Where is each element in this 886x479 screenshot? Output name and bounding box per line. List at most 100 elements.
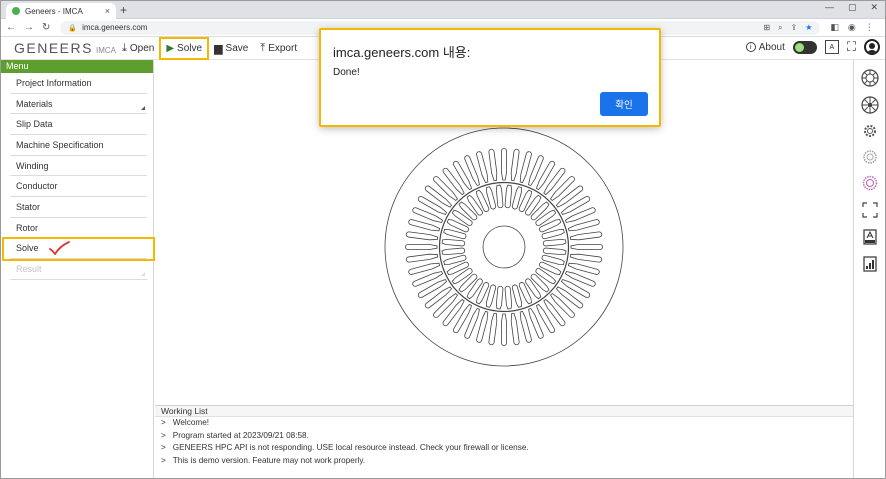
language-icon[interactable]: A	[824, 40, 839, 54]
about-button[interactable]: i About	[745, 42, 785, 53]
stator-slot	[405, 231, 439, 241]
rotor-bar	[542, 238, 567, 247]
browser-tab-bar: Geneers - IMCA × + — ▢ ✕	[0, 0, 886, 19]
sidebar-item-winding[interactable]: Winding	[10, 156, 147, 177]
working-list-panel: Working List > Welcome! > Program started …	[155, 405, 853, 479]
translate-icon[interactable]: ⊞	[763, 23, 770, 33]
floppy-disk-icon: ▆	[214, 42, 223, 55]
back-icon[interactable]: ←	[6, 22, 16, 33]
working-list-title: Working List	[155, 406, 853, 417]
stator-outer-circle	[384, 127, 624, 367]
stator-slot	[560, 278, 591, 298]
sidebar-menu: Menu Project Information Materials Slip …	[0, 60, 155, 479]
rotor-view-icon[interactable]	[861, 96, 879, 114]
stator-slot	[488, 312, 498, 346]
sidebar-item-conductor[interactable]: Conductor	[10, 176, 147, 198]
reload-icon[interactable]: ↻	[42, 22, 50, 33]
stator-slot	[501, 313, 507, 346]
sidebar-item-stator[interactable]: Stator	[10, 197, 147, 218]
expand-triangle-icon	[141, 271, 145, 276]
info-icon: i	[745, 42, 756, 52]
theme-toggle[interactable]	[792, 40, 817, 54]
profile-icon[interactable]: ◉	[848, 22, 856, 33]
rotor-bar	[530, 201, 550, 221]
sidebar-item-project-information[interactable]: Project Information	[10, 73, 147, 94]
logo-brand: GENEERS	[14, 40, 93, 56]
browser-menu-icon[interactable]: ⋮	[865, 22, 874, 33]
stator-slot	[550, 293, 575, 318]
chart-icon[interactable]	[861, 255, 879, 273]
lock-icon[interactable]: 🔒	[68, 24, 77, 32]
stator-slot	[543, 167, 566, 196]
rotor-bar	[541, 229, 565, 240]
bookmark-star-icon[interactable]: ★	[805, 23, 812, 33]
rotor-bar	[539, 261, 562, 276]
solve-button[interactable]: ▶ Solve	[159, 36, 210, 60]
rotor-bar	[511, 186, 522, 210]
fullscreen-icon[interactable]: ⛶	[847, 39, 856, 55]
stator-slot	[488, 148, 498, 182]
rotor-bar	[486, 284, 497, 308]
minimize-icon[interactable]: —	[825, 2, 834, 13]
rotor-bar	[541, 254, 565, 265]
tab-close-icon[interactable]: ×	[105, 6, 110, 16]
sidebar-item-result: Result	[10, 259, 147, 280]
stator-slot	[560, 196, 591, 216]
stator-slot	[453, 160, 473, 191]
field-plot-icon[interactable]	[861, 174, 879, 192]
url-text: imca.geneers.com	[82, 23, 148, 32]
forward-icon[interactable]: →	[24, 22, 34, 33]
dialog-ok-button[interactable]: 확인	[600, 92, 648, 116]
export-button[interactable]: ⤒ Export	[254, 38, 303, 59]
browser-tab[interactable]: Geneers - IMCA ×	[6, 3, 116, 19]
sidebar-item-materials[interactable]: Materials	[10, 94, 147, 115]
air-gap-circle	[438, 181, 570, 313]
stator-view-icon[interactable]	[861, 69, 879, 87]
zoom-icon[interactable]: ⌕	[778, 23, 782, 33]
open-label: Open	[129, 42, 155, 54]
new-tab-icon[interactable]: +	[120, 3, 127, 17]
rotor-bar	[475, 282, 490, 305]
rotor-bar	[525, 194, 542, 216]
stator-slot	[417, 278, 448, 298]
favicon-icon	[12, 7, 20, 15]
mesh-icon[interactable]	[861, 148, 879, 166]
stator-slot	[417, 196, 448, 216]
rotor-bar	[475, 189, 490, 212]
stator-slot	[453, 303, 473, 334]
log-line: > This is demo version. Feature may not w…	[161, 455, 366, 465]
rotor-bar	[458, 273, 478, 293]
gear-icon[interactable]	[861, 122, 879, 140]
rotor-bar	[458, 201, 478, 221]
rotor-bar	[511, 284, 522, 308]
rotor-bar	[495, 285, 504, 310]
rotor-bar	[539, 218, 562, 233]
sidebar-item-slip-data[interactable]: Slip Data	[10, 114, 147, 136]
window-close-icon[interactable]: ✕	[870, 2, 878, 13]
user-avatar[interactable]	[864, 39, 880, 55]
solve-highlight-box	[2, 237, 155, 261]
stator-slot	[569, 231, 603, 241]
sidepanel-icon[interactable]: ◧	[830, 22, 839, 33]
stator-slot	[405, 244, 438, 250]
right-tool-strip	[853, 60, 886, 479]
log-line: > GENEERS HPC API is not responding. USE …	[161, 443, 529, 453]
stator-slot	[535, 303, 555, 334]
report-icon[interactable]	[861, 228, 879, 246]
expand-triangle-icon	[141, 106, 145, 111]
stator-slot	[555, 185, 584, 208]
save-button[interactable]: ▆ Save	[208, 38, 254, 59]
stator-slot	[433, 293, 458, 318]
rotor-bar	[443, 229, 467, 240]
restore-icon[interactable]: ▢	[848, 2, 857, 13]
share-icon[interactable]: ⇪	[791, 23, 798, 33]
fit-view-icon[interactable]	[861, 201, 879, 219]
rotor-bar	[486, 186, 497, 210]
sidebar-item-machine-specification[interactable]: Machine Specification	[10, 135, 147, 156]
open-button[interactable]: ⤓ Open	[116, 38, 160, 59]
sidebar-item-rotor[interactable]: Rotor	[10, 218, 147, 239]
stator-slot	[442, 298, 465, 327]
stator-slot	[535, 160, 555, 191]
stator-slot	[510, 148, 520, 182]
rotor-bar	[451, 268, 473, 285]
